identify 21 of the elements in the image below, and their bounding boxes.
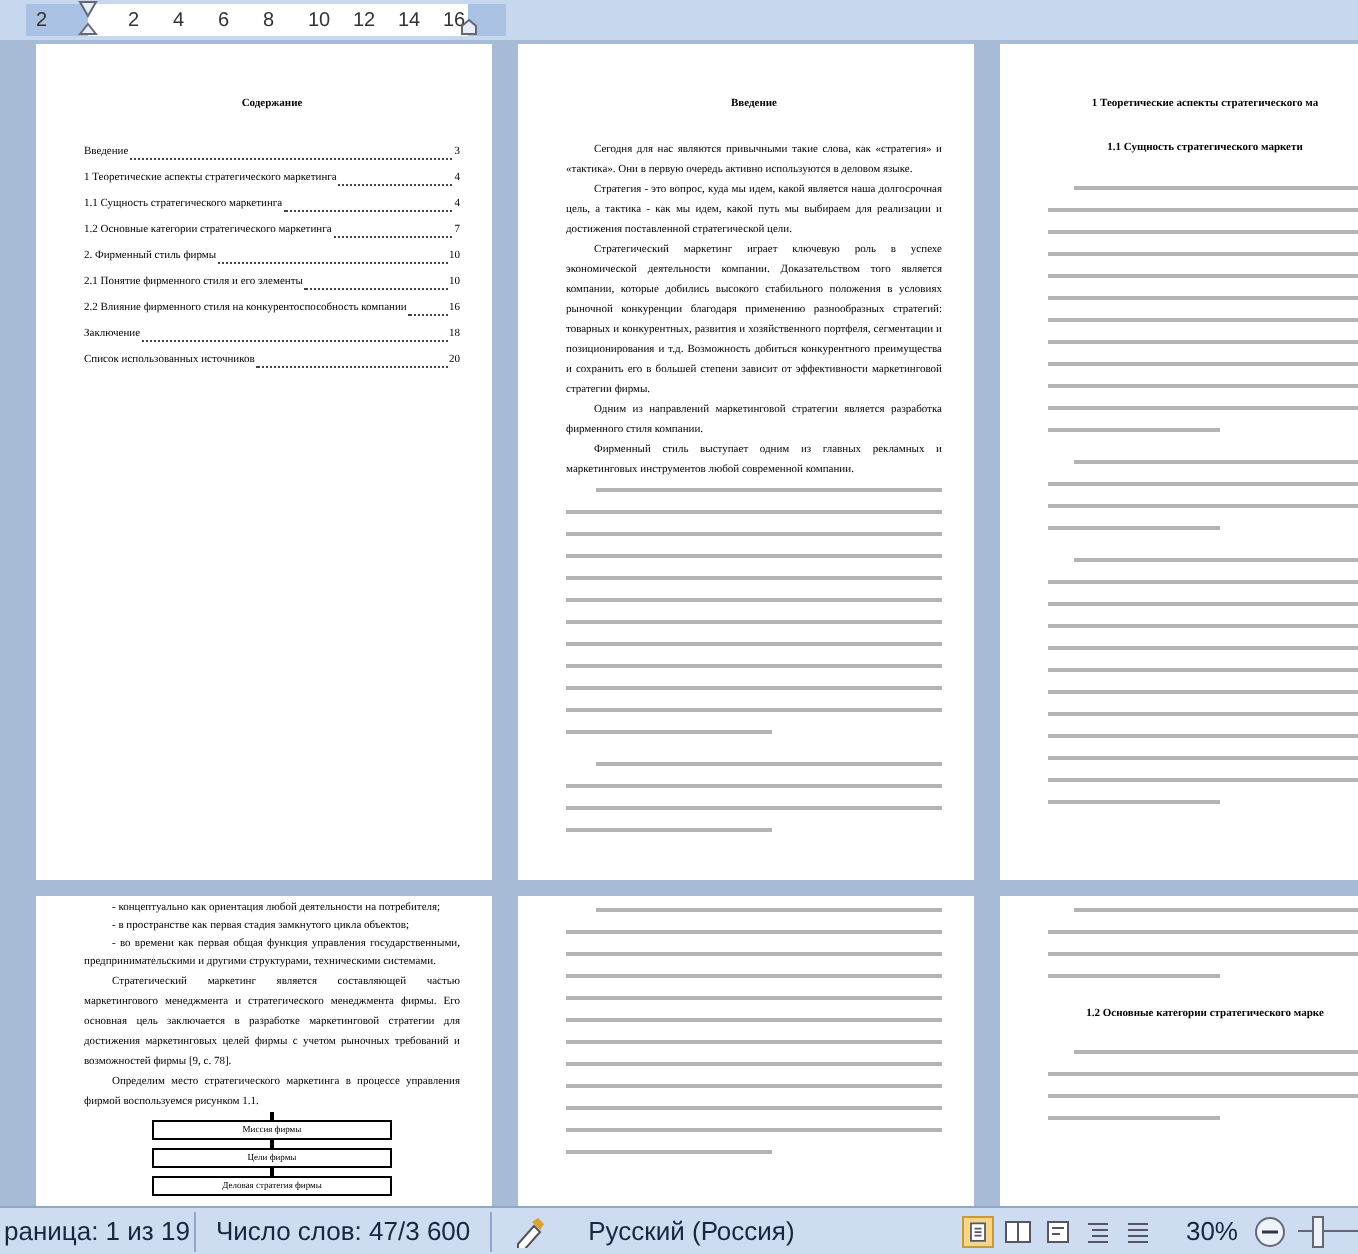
zoom-out-icon[interactable] — [1254, 1215, 1286, 1247]
ruler-number: 8 — [263, 8, 275, 36]
language-indicator[interactable]: Русский (Россия) — [568, 1211, 815, 1251]
page-count[interactable]: раница: 1 из 19 — [0, 1211, 194, 1251]
ruler-number: 12 — [353, 8, 376, 36]
proofing-icon[interactable] — [512, 1215, 549, 1247]
ruler-number: 14 — [398, 8, 421, 36]
ruler-number: 10 — [308, 8, 331, 36]
reading-layout-icon[interactable] — [1001, 1215, 1034, 1247]
web-layout-icon[interactable] — [1041, 1215, 1074, 1247]
ruler-number: 16 — [443, 8, 466, 36]
zoom-slider[interactable] — [1298, 1215, 1358, 1247]
ruler-number: 2 — [36, 8, 48, 36]
ruler-number: 6 — [218, 8, 230, 36]
print-layout-icon[interactable] — [961, 1215, 994, 1247]
indent-marker-icon[interactable] — [78, 0, 98, 40]
word-count[interactable]: Число слов: 47/3 600 — [195, 1211, 491, 1251]
ruler-number: 2 — [128, 8, 140, 36]
ruler-number: 4 — [173, 8, 185, 36]
zoom-level[interactable]: 30% — [1169, 1211, 1254, 1251]
zoom-slider-thumb[interactable] — [1312, 1215, 1325, 1247]
